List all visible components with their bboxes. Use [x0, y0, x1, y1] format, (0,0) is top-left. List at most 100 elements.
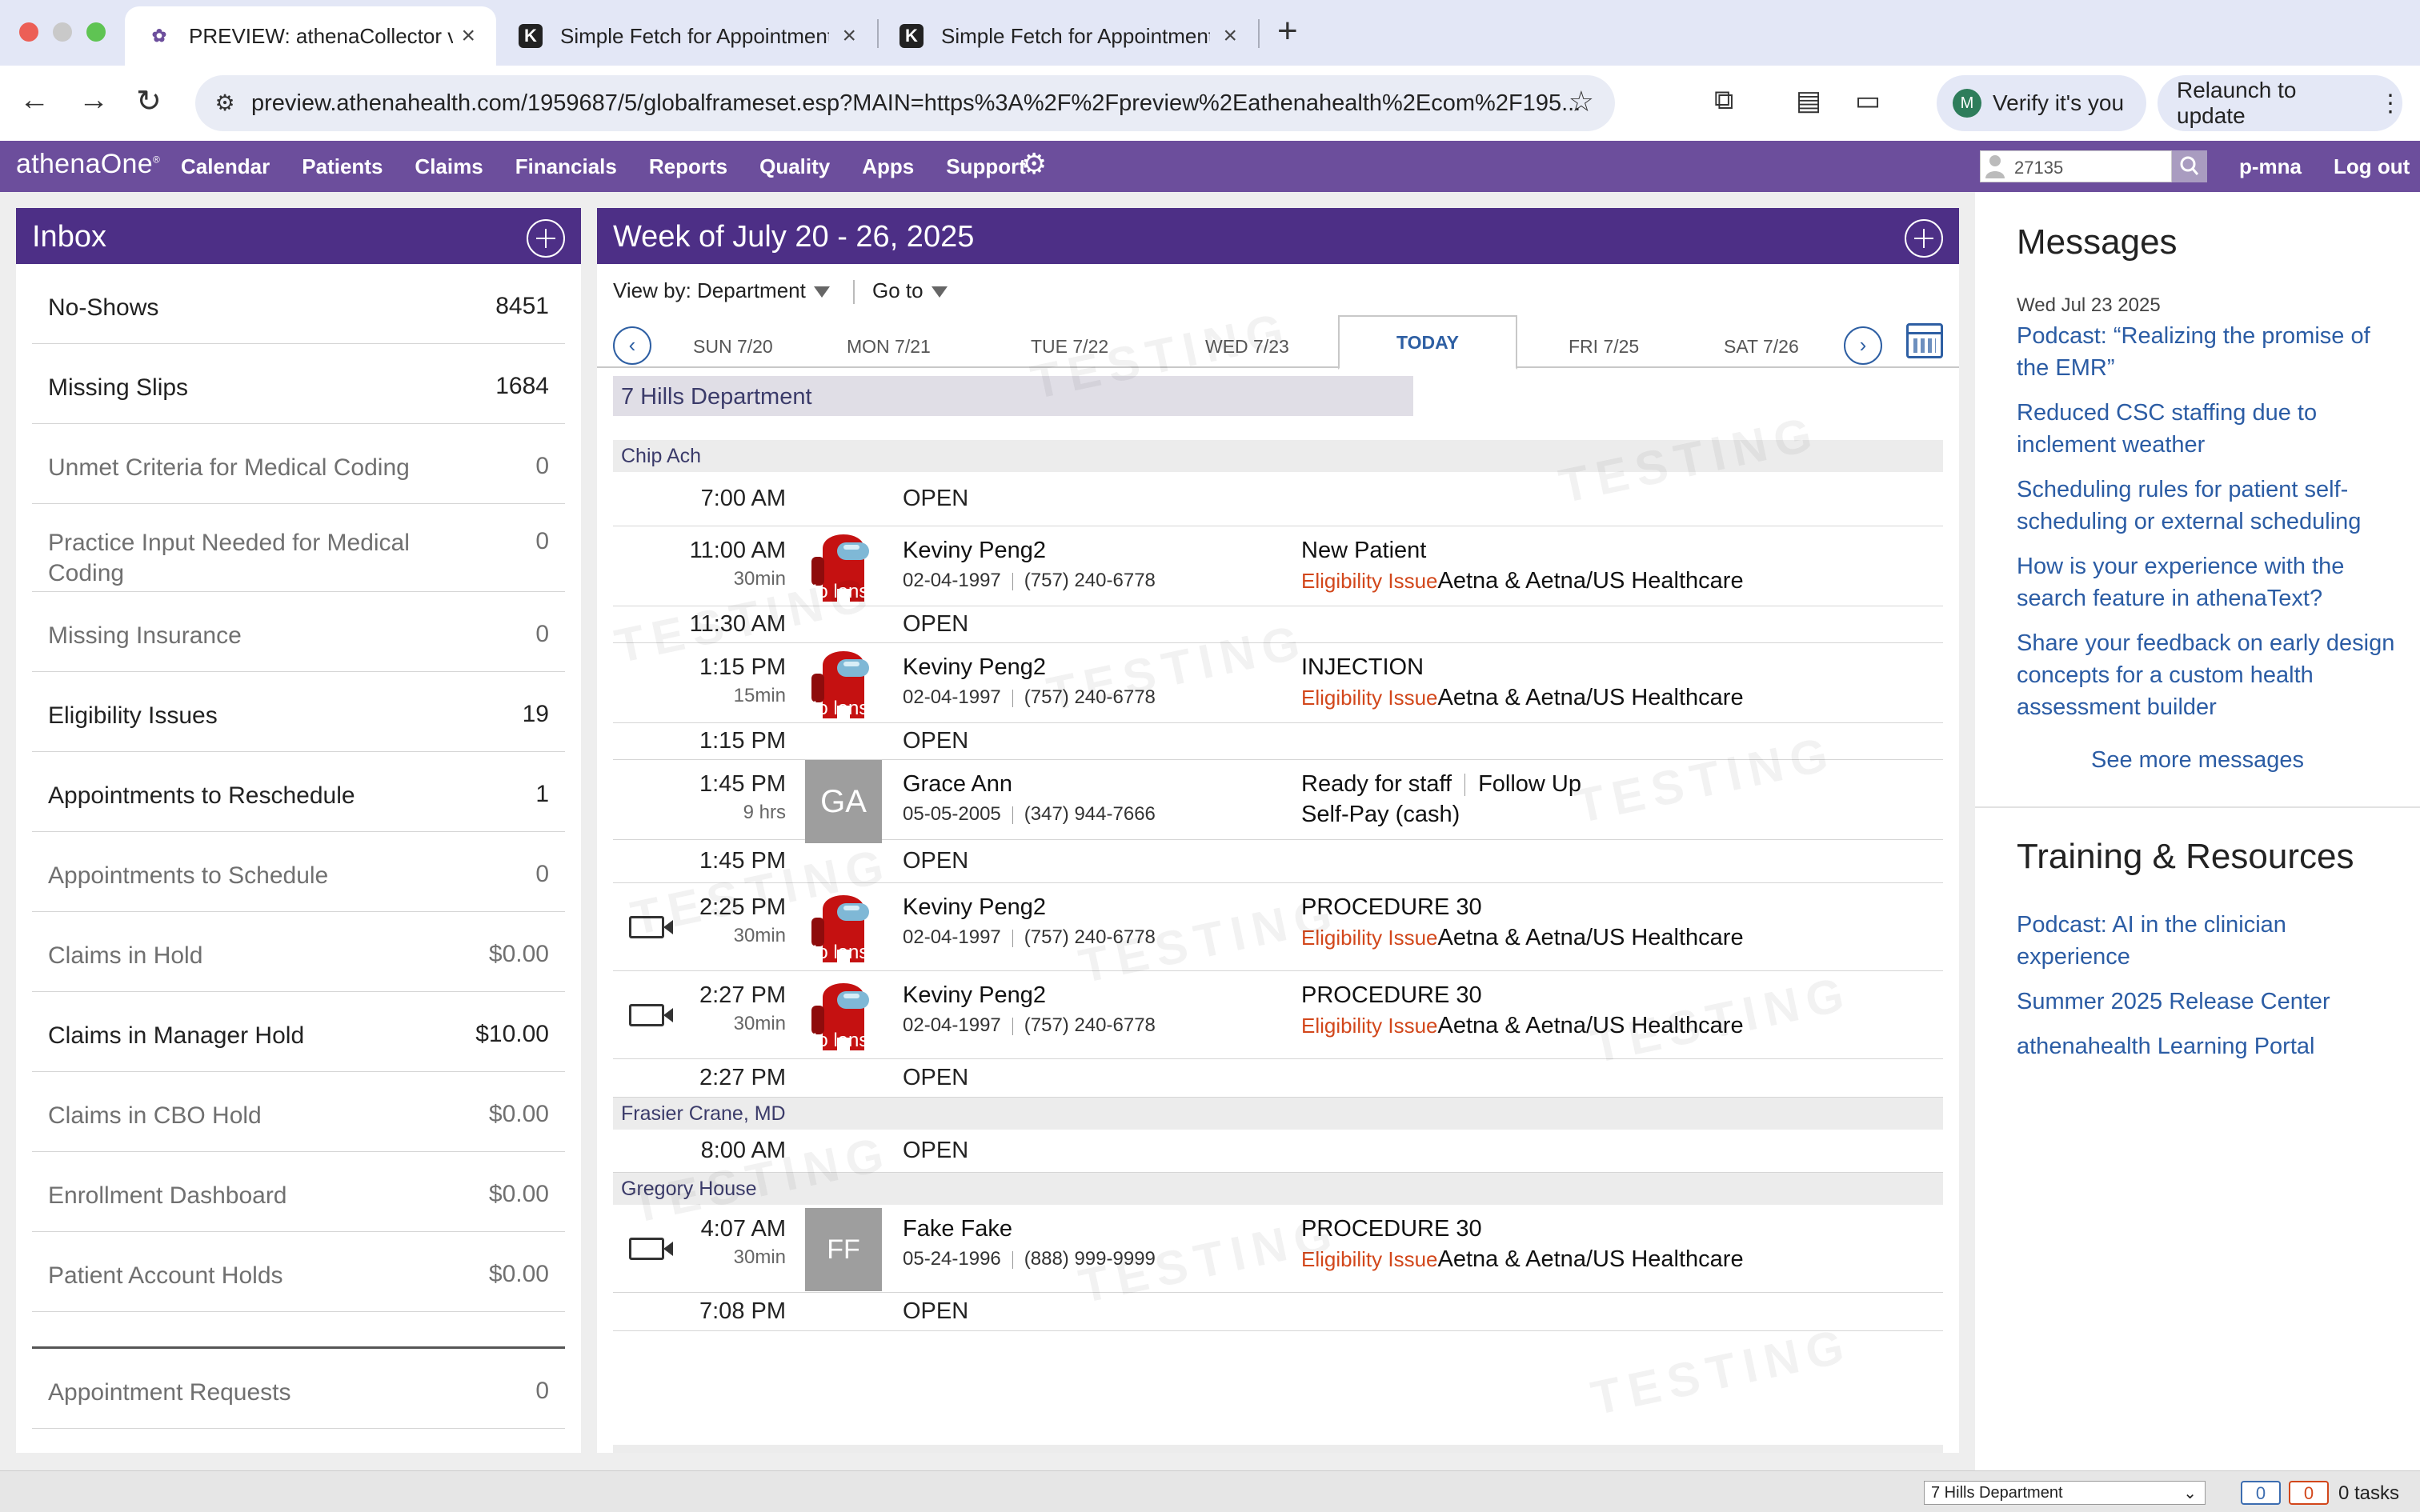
reading-mode-icon[interactable]: ▤ [1796, 85, 1821, 117]
back-arrow-icon[interactable]: ← [19, 83, 50, 118]
next-week-chevron-icon[interactable]: › [1844, 326, 1882, 365]
appointment-slot[interactable]: 2:25 PM 30min No lens Keviny Peng2 02-04-199… [613, 883, 1943, 971]
patient-avatar[interactable]: No lens [805, 525, 882, 608]
patient-avatar[interactable]: No lens [805, 642, 882, 725]
inbox-item[interactable]: Claims in CBO Hold $0.00 [32, 1072, 565, 1152]
maximize-window-button[interactable] [86, 22, 106, 42]
inbox-item[interactable]: Missing Insurance 0 [32, 592, 565, 672]
appointment-slot[interactable]: 11:30 AM OPEN [613, 606, 1943, 643]
eligibility-issue-label[interactable]: Eligibility Issue [1301, 686, 1438, 710]
day-sun[interactable]: SUN 7/20 [693, 336, 773, 358]
inbox-item[interactable]: Patient Account Holds $0.00 [32, 1232, 565, 1312]
appointment-slot[interactable]: 4:07 AM 30min FF Fake Fake 05-24-1996 (888) 9… [613, 1205, 1943, 1293]
search-button[interactable] [2172, 150, 2207, 182]
inbox-item-appointment-requests[interactable]: Appointment Requests 0 [32, 1349, 565, 1429]
patient-name[interactable]: Keviny Peng2 [903, 654, 1046, 681]
nav-apps[interactable]: Apps [862, 154, 914, 179]
training-link[interactable]: Podcast: AI in the clinician experience [2017, 909, 2401, 973]
message-link[interactable]: How is your experience with the search f… [2017, 550, 2401, 614]
patient-name[interactable]: Keviny Peng2 [903, 894, 1046, 921]
patient-avatar[interactable]: No lens [805, 886, 882, 969]
open-slot-label[interactable]: OPEN [903, 848, 968, 874]
message-link[interactable]: Podcast: “Realizing the promise of the E… [2017, 320, 2401, 384]
url-text[interactable]: preview.athenahealth.com/1959687/5/globa… [251, 90, 1581, 117]
inbox-item[interactable]: Enrollment Dashboard $0.00 [32, 1152, 565, 1232]
message-link[interactable]: Reduced CSC staffing due to inclement we… [2017, 397, 2401, 461]
open-slot-label[interactable]: OPEN [903, 1065, 968, 1091]
close-tab-icon[interactable]: × [461, 22, 475, 50]
see-more-messages-link[interactable]: See more messages [1975, 747, 2420, 774]
previous-week-chevron-icon[interactable]: ‹ [613, 326, 651, 365]
eligibility-issue-label[interactable]: Eligibility Issue [1301, 1247, 1438, 1271]
eligibility-issue-label[interactable]: Eligibility Issue [1301, 1014, 1438, 1038]
minimize-window-button[interactable] [53, 22, 72, 42]
day-tue[interactable]: TUE 7/22 [1031, 336, 1108, 358]
view-by-dropdown[interactable]: View by: Department [613, 278, 830, 303]
cast-icon[interactable]: ▭ [1855, 85, 1881, 117]
inbox-item[interactable]: Claims in Hold $0.00 [32, 912, 565, 992]
nav-support[interactable]: Support [946, 154, 1026, 179]
patient-name[interactable]: Keviny Peng2 [903, 538, 1046, 564]
open-slot-label[interactable]: OPEN [903, 728, 968, 754]
patient-name[interactable]: Grace Ann [903, 771, 1012, 798]
day-today-tab[interactable]: TODAY [1338, 315, 1517, 370]
browser-tab[interactable]: K Simple Fetch for Appointment × [496, 6, 877, 66]
nav-reports[interactable]: Reports [649, 154, 727, 179]
close-tab-icon[interactable]: × [842, 22, 856, 50]
day-fri[interactable]: FRI 7/25 [1569, 336, 1639, 358]
site-settings-icon[interactable]: ⚙ [208, 86, 242, 120]
go-to-dropdown[interactable]: Go to [872, 278, 948, 303]
close-tab-icon[interactable]: × [1223, 22, 1237, 50]
add-appointment-plus-icon[interactable] [1905, 219, 1943, 258]
patient-name[interactable]: Fake Fake [903, 1216, 1012, 1242]
bookmark-star-icon[interactable]: ☆ [1569, 85, 1594, 118]
day-mon[interactable]: MON 7/21 [847, 336, 931, 358]
open-slot-label[interactable]: OPEN [903, 486, 968, 512]
inbox-item[interactable]: Eligibility Issues 19 [32, 672, 565, 752]
tasks-count[interactable]: 0 tasks [2338, 1482, 2399, 1505]
inbox-item[interactable]: Missing Slips 1684 [32, 344, 565, 424]
patient-search-input[interactable]: 27135 [1980, 150, 2172, 182]
forward-arrow-icon[interactable]: → [78, 83, 109, 118]
patient-avatar-initials[interactable]: FF [805, 1208, 882, 1291]
address-bar[interactable]: ⚙ preview.athenahealth.com/1959687/5/glo… [195, 75, 1615, 131]
appointment-slot[interactable]: 8:00 AM OPEN [613, 1130, 1943, 1173]
nav-calendar[interactable]: Calendar [181, 154, 270, 179]
training-link[interactable]: Summer 2025 Release Center [2017, 986, 2401, 1018]
browser-tab[interactable]: K Simple Fetch for Appointment × [877, 6, 1258, 66]
day-sat[interactable]: SAT 7/26 [1724, 336, 1799, 358]
relaunch-button[interactable]: Relaunch to update ⋮ [2158, 75, 2402, 131]
athenaone-logo[interactable]: athenaOne® [16, 149, 160, 180]
add-plus-icon[interactable] [527, 219, 565, 258]
nav-claims[interactable]: Claims [415, 154, 483, 179]
appointment-slot[interactable]: 1:15 PM 15min No lens Keviny Peng2 02-04-199… [613, 643, 1943, 723]
extensions-icon[interactable]: ⧉ [1714, 85, 1733, 116]
eligibility-issue-label[interactable]: Eligibility Issue [1301, 569, 1438, 593]
open-slot-label[interactable]: OPEN [903, 1138, 968, 1164]
appointment-slot[interactable]: 7:00 AM OPEN [613, 472, 1943, 526]
user-menu[interactable]: p-mna [2239, 154, 2302, 179]
alert-badge[interactable]: 0 [2289, 1481, 2329, 1505]
nav-quality[interactable]: Quality [759, 154, 830, 179]
patient-search-value[interactable]: 27135 [2014, 158, 2063, 178]
browser-tab-active[interactable]: ✿ PREVIEW: athenaCollector v2 × [125, 6, 496, 66]
inbox-item[interactable]: Practice Input Needed for Medical Coding… [32, 504, 565, 592]
nav-financials[interactable]: Financials [515, 154, 617, 179]
training-link[interactable]: athenahealth Learning Portal [2017, 1030, 2401, 1062]
verify-identity-button[interactable]: M Verify it's you [1937, 75, 2146, 131]
inbox-item[interactable]: Unmet Criteria for Medical Coding 0 [32, 424, 565, 504]
patient-avatar-initials[interactable]: GA [805, 760, 882, 843]
open-slot-label[interactable]: OPEN [903, 1298, 968, 1325]
new-tab-icon[interactable]: + [1277, 11, 1298, 51]
message-link[interactable]: Share your feedback on early design conc… [2017, 627, 2401, 723]
kebab-menu-icon[interactable]: ⋮ [2378, 90, 2402, 118]
calendar-icon[interactable] [1906, 323, 1943, 358]
message-link[interactable]: Scheduling rules for patient self-schedu… [2017, 474, 2401, 538]
inbox-item[interactable]: Claims in Manager Hold $10.00 [32, 992, 565, 1072]
nav-patients[interactable]: Patients [302, 154, 383, 179]
appointment-slot[interactable]: 2:27 PM 30min No lens Keviny Peng2 02-04-199… [613, 971, 1943, 1059]
department-select[interactable]: 7 Hills Department ⌄ [1924, 1481, 2206, 1505]
inbox-item[interactable]: No-Shows 8451 [32, 264, 565, 344]
close-window-button[interactable] [19, 22, 38, 42]
inbox-item[interactable]: Appointments to Schedule 0 [32, 832, 565, 912]
